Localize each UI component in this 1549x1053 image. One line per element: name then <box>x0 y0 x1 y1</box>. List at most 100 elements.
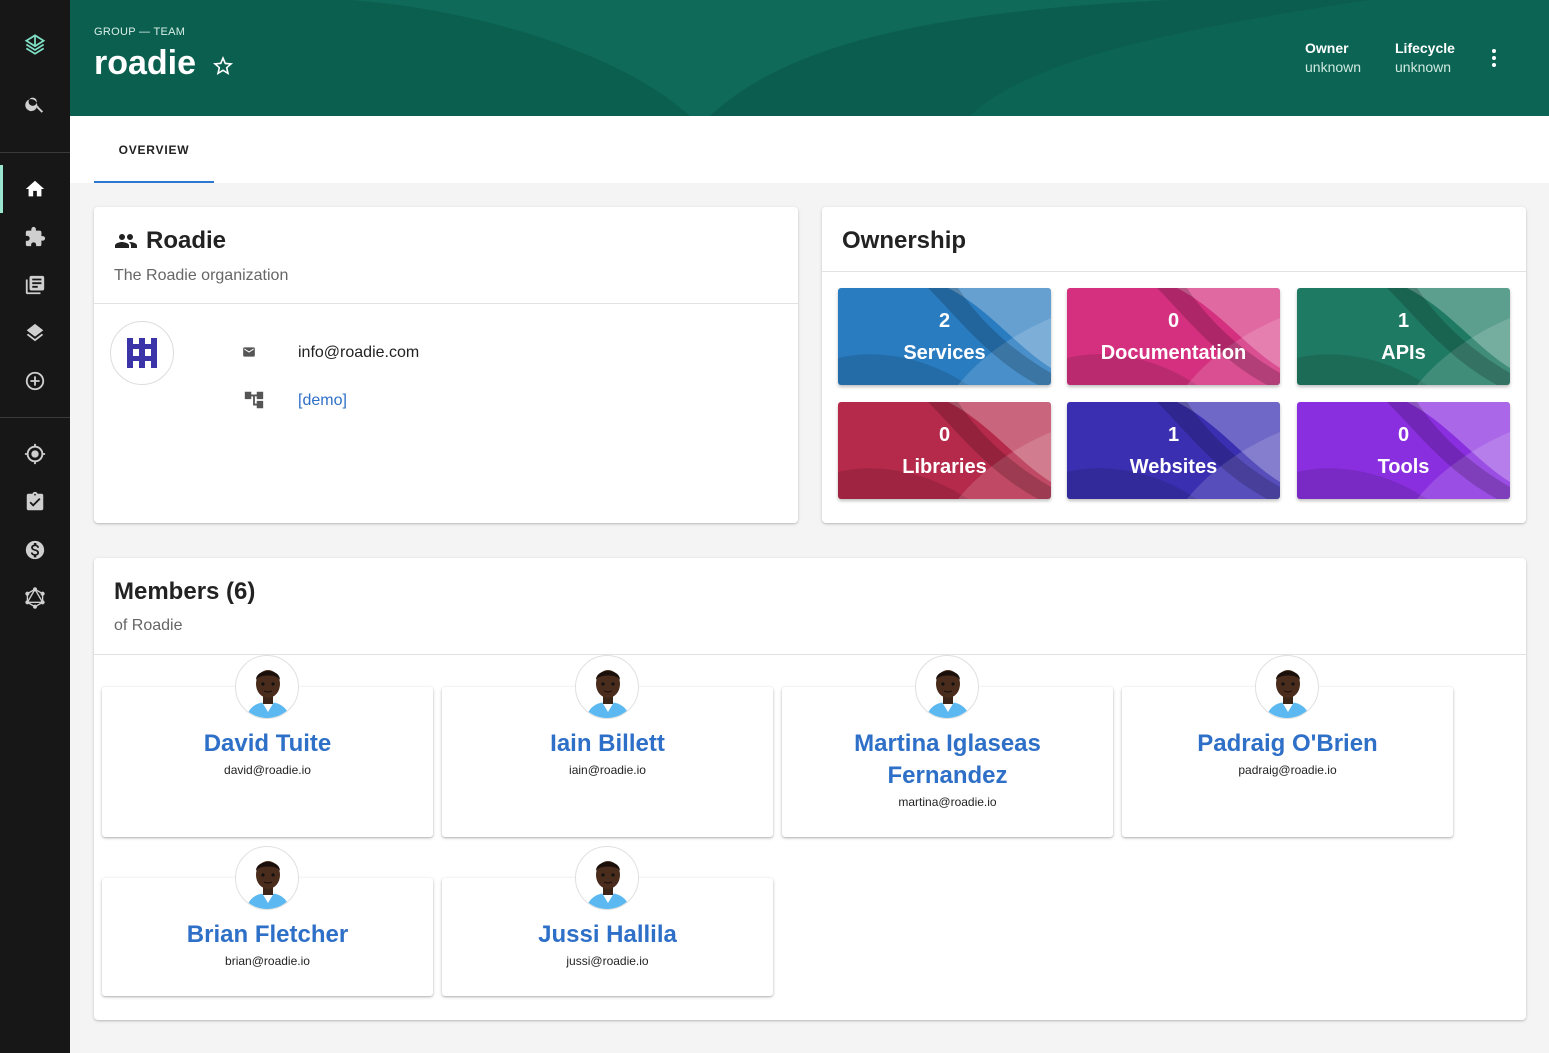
person-avatar-icon <box>246 861 290 909</box>
member-card: Padraig O'Brien padraig@roadie.io <box>1122 655 1453 837</box>
member-avatar <box>915 655 979 719</box>
entity-kind-label: GROUP — TEAM <box>94 26 186 38</box>
puzzle-icon <box>25 226 46 247</box>
logo-icon <box>24 34 46 55</box>
member-card: Martina Iglaseas Fernandez martina@roadie… <box>782 655 1113 837</box>
search-icon <box>25 97 44 113</box>
sidebar-divider <box>0 152 70 153</box>
sidebar <box>0 0 70 1053</box>
ownership-tile-websites[interactable]: 1 Websites <box>1067 402 1280 499</box>
group-description: The Roadie organization <box>114 267 289 284</box>
sidebar-item-catalog[interactable] <box>0 213 70 261</box>
email-icon <box>238 341 260 363</box>
member-email[interactable]: padraig@roadie.io <box>1122 763 1453 777</box>
tile-background <box>1297 288 1510 385</box>
person-avatar-icon <box>246 670 290 718</box>
tile-label: Documentation <box>1100 342 1247 364</box>
member-name[interactable]: Iain Billett <box>442 728 773 760</box>
members-title: Members (6) <box>114 578 256 605</box>
lifecycle-label: Lifecycle <box>1395 40 1455 56</box>
ownership-tile-apis[interactable]: 1 APIs <box>1297 288 1510 385</box>
tile-label: Websites <box>1129 456 1218 478</box>
tile-count: 0 <box>938 424 951 446</box>
owner-label: Owner <box>1305 40 1349 56</box>
tile-label: Tools <box>1377 456 1430 478</box>
member-name[interactable]: Jussi Hallila <box>442 919 773 951</box>
card-divider <box>94 654 1526 655</box>
members-card: Members (6) of Roadie David Tuite david@r… <box>94 558 1526 1020</box>
person-avatar-icon <box>926 670 970 718</box>
assignment-icon <box>26 491 44 511</box>
target-icon <box>24 443 46 465</box>
member-name[interactable]: Martina Iglaseas Fernandez <box>782 728 1113 792</box>
ownership-tile-tools[interactable]: 0 Tools <box>1297 402 1510 499</box>
lifecycle-meta: Lifecycle unknown <box>1395 40 1455 75</box>
more-vert-icon <box>1492 49 1496 67</box>
member-name[interactable]: David Tuite <box>102 728 433 760</box>
owner-value: unknown <box>1305 59 1362 75</box>
tile-count: 0 <box>1167 310 1180 332</box>
person-avatar-icon <box>586 670 630 718</box>
roadie-logo-icon <box>127 338 157 368</box>
member-card: Brian Fletcher brian@roadie.io <box>102 846 433 996</box>
page-title: roadie <box>94 44 197 82</box>
member-card: David Tuite david@roadie.io <box>102 655 433 837</box>
member-email[interactable]: jussi@roadie.io <box>442 954 773 968</box>
sidebar-item-search[interactable] <box>0 80 70 128</box>
add-circle-icon <box>25 371 45 391</box>
parent-group-icon <box>243 389 265 411</box>
member-email[interactable]: martina@roadie.io <box>782 795 1113 809</box>
layers-icon <box>26 323 44 342</box>
group-avatar <box>110 321 174 385</box>
member-card: Iain Billett iain@roadie.io <box>442 655 773 837</box>
member-name[interactable]: Brian Fletcher <box>102 919 433 951</box>
tile-count: 1 <box>1167 424 1180 446</box>
page-header: GROUP — TEAM roadie Owner unknown Lifecy… <box>70 0 1549 116</box>
member-avatar <box>235 846 299 910</box>
star-outline-icon <box>213 56 233 75</box>
member-email[interactable]: brian@roadie.io <box>102 954 433 968</box>
tab-overview[interactable]: OVERVIEW <box>94 116 214 183</box>
ownership-tile-libraries[interactable]: 0 Libraries <box>838 402 1051 499</box>
tile-background <box>838 402 1051 499</box>
sidebar-item-tech-radar[interactable] <box>0 430 70 478</box>
sidebar-item-layers[interactable] <box>0 309 70 357</box>
home-icon <box>25 180 45 197</box>
more-options-button[interactable] <box>1480 44 1508 72</box>
tile-count: 1 <box>1397 310 1410 332</box>
parent-group-link[interactable]: [demo] <box>298 392 347 410</box>
owner-meta: Owner unknown <box>1305 40 1361 75</box>
dollar-icon <box>25 540 45 560</box>
tile-background <box>1297 402 1510 499</box>
sidebar-item-checks[interactable] <box>0 478 70 526</box>
ownership-tile-services[interactable]: 2 Services <box>838 288 1051 385</box>
sidebar-item-graphql[interactable] <box>0 574 70 622</box>
card-divider <box>94 303 798 304</box>
sidebar-divider <box>0 417 70 418</box>
graphql-icon <box>25 587 45 609</box>
library-icon <box>25 275 45 295</box>
ownership-card: Ownership 2 Services 0 Documentation 1 APIs 0 L… <box>822 207 1526 523</box>
group-title-text: Roadie <box>146 227 227 254</box>
sidebar-item-docs[interactable] <box>0 261 70 309</box>
group-email[interactable]: info@roadie.com <box>298 344 419 362</box>
member-avatar <box>1255 655 1319 719</box>
tab-bar: OVERVIEW <box>70 116 1549 183</box>
sidebar-item-cost[interactable] <box>0 526 70 574</box>
member-avatar <box>575 846 639 910</box>
member-name[interactable]: Padraig O'Brien <box>1122 728 1453 760</box>
member-email[interactable]: iain@roadie.io <box>442 763 773 777</box>
ownership-tile-documentation[interactable]: 0 Documentation <box>1067 288 1280 385</box>
favorite-button[interactable] <box>211 54 235 78</box>
member-email[interactable]: david@roadie.io <box>102 763 433 777</box>
member-avatar <box>235 655 299 719</box>
member-avatar <box>575 655 639 719</box>
group-people-icon <box>115 234 137 248</box>
tile-count: 2 <box>938 310 951 332</box>
tile-count: 0 <box>1397 424 1410 446</box>
group-profile-card: Roadie The Roadie organization info@road… <box>94 207 798 523</box>
sidebar-item-home[interactable] <box>0 165 70 213</box>
group-title: Roadie <box>114 227 226 255</box>
sidebar-item-create[interactable] <box>0 357 70 405</box>
sidebar-logo[interactable] <box>0 20 70 68</box>
